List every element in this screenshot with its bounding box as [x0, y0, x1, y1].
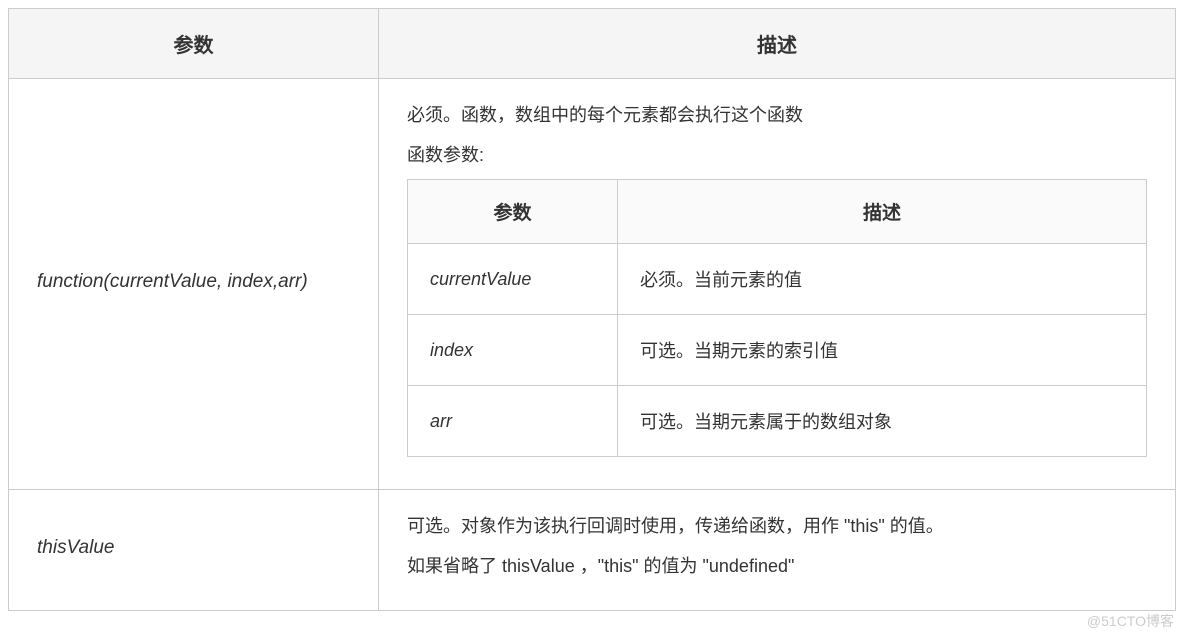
col-header-desc: 描述 [379, 9, 1176, 79]
inner-col-header-desc: 描述 [618, 180, 1147, 244]
inner-param-desc: 可选。当期元素属于的数组对象 [618, 386, 1147, 457]
inner-table-row: arr 可选。当期元素属于的数组对象 [408, 386, 1147, 457]
col-header-param: 参数 [9, 9, 379, 79]
inner-col-header-param: 参数 [408, 180, 618, 244]
inner-table-row: index 可选。当期元素的索引值 [408, 315, 1147, 386]
param-desc-cell: 可选。对象作为该执行回调时使用，传递给函数，用作 "this" 的值。 如果省略… [379, 490, 1176, 611]
table-row: thisValue 可选。对象作为该执行回调时使用，传递给函数，用作 "this… [9, 490, 1176, 611]
inner-table-row: currentValue 必须。当前元素的值 [408, 244, 1147, 315]
param-name-cell: thisValue [9, 490, 379, 611]
inner-param-desc: 可选。当期元素的索引值 [618, 315, 1147, 386]
inner-param-desc: 必须。当前元素的值 [618, 244, 1147, 315]
inner-param-name: arr [408, 386, 618, 457]
table-row: function(currentValue, index,arr) 必须。函数，… [9, 79, 1176, 490]
desc-text: 如果省略了 thisValue ，"this" 的值为 "undefined" [407, 548, 1147, 584]
param-desc-cell: 必须。函数，数组中的每个元素都会执行这个函数 函数参数: 参数 描述 [379, 79, 1176, 490]
param-name-cell: function(currentValue, index,arr) [9, 79, 379, 490]
inner-param-name: index [408, 315, 618, 386]
desc-text: 必须。函数，数组中的每个元素都会执行这个函数 [407, 97, 1147, 133]
watermark-text: @51CTO博客 [1087, 611, 1174, 631]
inner-params-table: 参数 描述 currentValue 必须。当前元素的值 index [407, 179, 1147, 457]
desc-text: 可选。对象作为该执行回调时使用，传递给函数，用作 "this" 的值。 [407, 508, 1147, 544]
desc-text: 函数参数: [407, 137, 1147, 173]
inner-param-name: currentValue [408, 244, 618, 315]
params-table: 参数 描述 function(currentValue, index,arr) … [8, 8, 1176, 611]
inner-table-scroll[interactable]: 参数 描述 currentValue 必须。当前元素的值 index [407, 179, 1147, 467]
